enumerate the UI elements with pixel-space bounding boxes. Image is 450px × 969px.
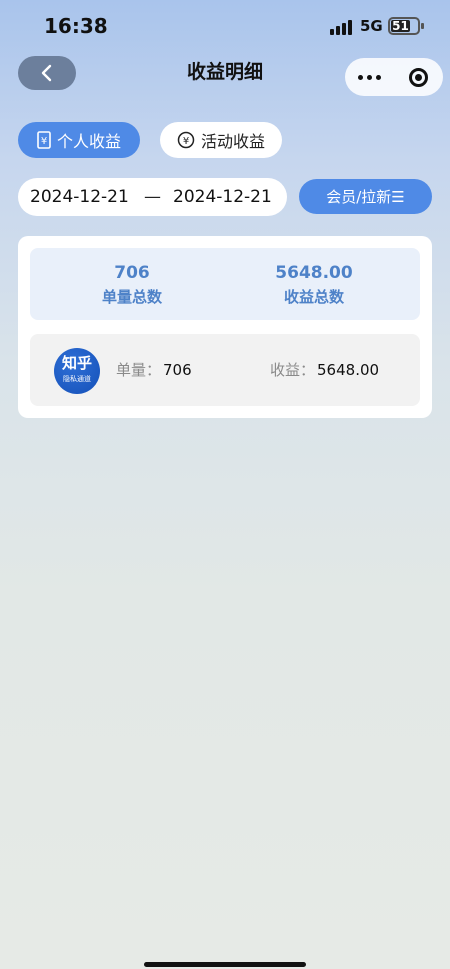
quantity-total-value: 706 [114, 263, 150, 283]
income-summary: 5648.00 收益总数 [234, 262, 394, 308]
end-date[interactable]: 2024-12-21 [173, 187, 272, 207]
battery-icon: 51 [388, 17, 420, 35]
record-income: 收益： 5648.00 [270, 359, 379, 381]
status-bar: 16:38 5G 51 [0, 0, 450, 54]
battery-level: 51 [391, 19, 410, 33]
battery-cap [421, 23, 424, 29]
more-dots-icon[interactable] [345, 58, 394, 96]
close-button[interactable] [394, 58, 443, 96]
tab-activity-income[interactable]: ¥ 活动收益 [160, 122, 282, 158]
quantity-total-label: 单量总数 [101, 288, 162, 306]
svg-text:¥: ¥ [183, 136, 189, 147]
tab-personal-label: 个人收益 [56, 132, 121, 151]
yen-coin-icon: ¥ [177, 131, 195, 149]
chevron-left-icon [41, 64, 52, 82]
mini-program-capsule [345, 58, 443, 96]
logo-subtext: 隐私通道 [63, 375, 91, 383]
network-type: 5G [360, 17, 383, 35]
tab-personal-income[interactable]: ¥ 个人收益 [18, 122, 140, 158]
list-item[interactable]: 知乎 隐私通道 单量： 706 收益： 5648.00 [30, 334, 420, 406]
record-income-value: 5648.00 [317, 361, 380, 379]
category-filter-button[interactable]: 会员/拉新☰ [299, 179, 432, 214]
record-quantity-label: 单量： [116, 361, 162, 379]
record-quantity: 单量： 706 [116, 359, 192, 381]
record-quantity-value: 706 [163, 361, 192, 379]
signal-icon [330, 19, 354, 35]
start-date[interactable]: 2024-12-21 [30, 187, 129, 207]
back-button[interactable] [18, 56, 76, 90]
date-range-picker: 2024-12-21 — 2024-12-21 [18, 178, 287, 216]
income-total-label: 收益总数 [283, 288, 344, 306]
svg-text:¥: ¥ [41, 136, 47, 147]
receipt-icon: ¥ [37, 131, 51, 149]
status-time: 16:38 [44, 14, 108, 38]
zhihu-logo: 知乎 隐私通道 [54, 348, 100, 394]
home-indicator[interactable] [144, 962, 306, 967]
income-total-value: 5648.00 [275, 263, 353, 283]
income-card: 706 单量总数 5648.00 收益总数 知乎 隐私通道 单量： 706 收益：… [18, 236, 432, 418]
record-income-label: 收益： [270, 361, 316, 379]
tab-activity-label: 活动收益 [200, 132, 265, 151]
logo-text: 知乎 [61, 354, 92, 372]
target-circle-icon [409, 67, 428, 87]
date-separator: — [144, 187, 161, 207]
summary-panel: 706 单量总数 5648.00 收益总数 [30, 248, 420, 320]
quantity-summary: 706 单量总数 [52, 262, 212, 308]
